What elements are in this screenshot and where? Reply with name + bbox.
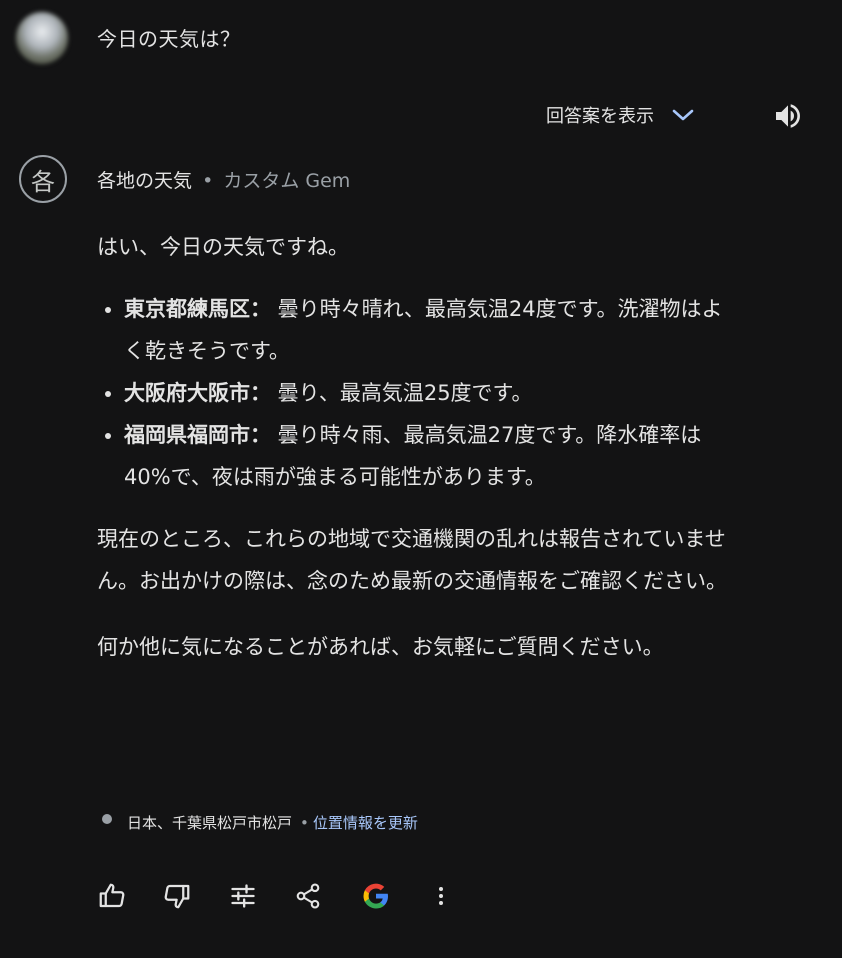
more-vert-icon: [439, 887, 443, 905]
location-dot-icon: [102, 813, 112, 824]
weather-item-osaka: 大阪府大阪市： 曇り、最高気温25度です。: [124, 372, 737, 414]
thumbs-up-icon: [99, 883, 125, 908]
user-query: 今日の天気は？: [97, 27, 241, 51]
read-aloud-button[interactable]: [772, 100, 804, 136]
weather-item-fukuoka: 福岡県福岡市： 曇り時々雨、最高気温27度です。降水確率は40%で、夜は雨が強ま…: [124, 414, 737, 498]
speaker-icon: [776, 104, 800, 128]
thumbs-down-icon: [164, 884, 190, 909]
tune-icon: [231, 884, 255, 908]
response-closing: 何か他に気になることがあれば、お気軽にご質問ください。: [97, 635, 664, 659]
weather-list: 東京都練馬区： 曇り時々晴れ、最高気温24度です。洗濯物はよく乾きそうです。 大…: [97, 288, 737, 498]
share-button[interactable]: [288, 876, 328, 916]
traffic-note: 現在のところ、これらの地域で交通機関の乱れは報告されていません。お出かけの際は、…: [97, 527, 727, 593]
response-body: はい、今日の天気ですね。 東京都練馬区： 曇り時々晴れ、最高気温24度です。洗濯…: [97, 226, 737, 668]
weather-detail: 曇り、最高気温25度です。: [271, 381, 533, 405]
show-drafts-label: 回答案を表示: [546, 106, 654, 127]
location-separator: •: [300, 813, 309, 832]
weather-place: 大阪府大阪市：: [124, 381, 271, 405]
google-icon: [363, 883, 388, 909]
gem-header: 各地の天気 • カスタム Gem: [97, 166, 350, 193]
more-options-button[interactable]: [421, 876, 461, 916]
gem-name: 各地の天気: [97, 170, 193, 192]
gem-type: カスタム Gem: [223, 170, 351, 192]
gem-avatar[interactable]: 各: [19, 155, 67, 203]
bad-response-button[interactable]: [157, 876, 197, 916]
show-drafts-button[interactable]: 回答案を表示: [546, 102, 694, 128]
update-location-link[interactable]: 位置情報を更新: [313, 812, 418, 833]
good-response-button[interactable]: [92, 876, 132, 916]
share-icon: [296, 883, 320, 909]
chevron-down-icon: [672, 109, 694, 121]
user-avatar[interactable]: [16, 12, 68, 64]
location-row: 日本、千葉県松戸市松戸 • 位置情報を更新: [102, 812, 418, 833]
weather-place: 東京都練馬区：: [124, 297, 271, 321]
chat-page: 今日の天気は？ 回答案を表示 各 各地の天気 • カスタム Gem はい、今日の…: [0, 0, 842, 958]
weather-item-tokyo: 東京都練馬区： 曇り時々晴れ、最高気温24度です。洗濯物はよく乾きそうです。: [124, 288, 737, 372]
location-text: 日本、千葉県松戸市松戸: [127, 814, 293, 832]
response-intro: はい、今日の天気ですね。: [97, 235, 349, 259]
weather-place: 福岡県福岡市：: [124, 423, 271, 447]
double-check-button[interactable]: [356, 876, 396, 916]
modify-response-button[interactable]: [223, 876, 263, 916]
gem-separator: •: [202, 170, 214, 192]
